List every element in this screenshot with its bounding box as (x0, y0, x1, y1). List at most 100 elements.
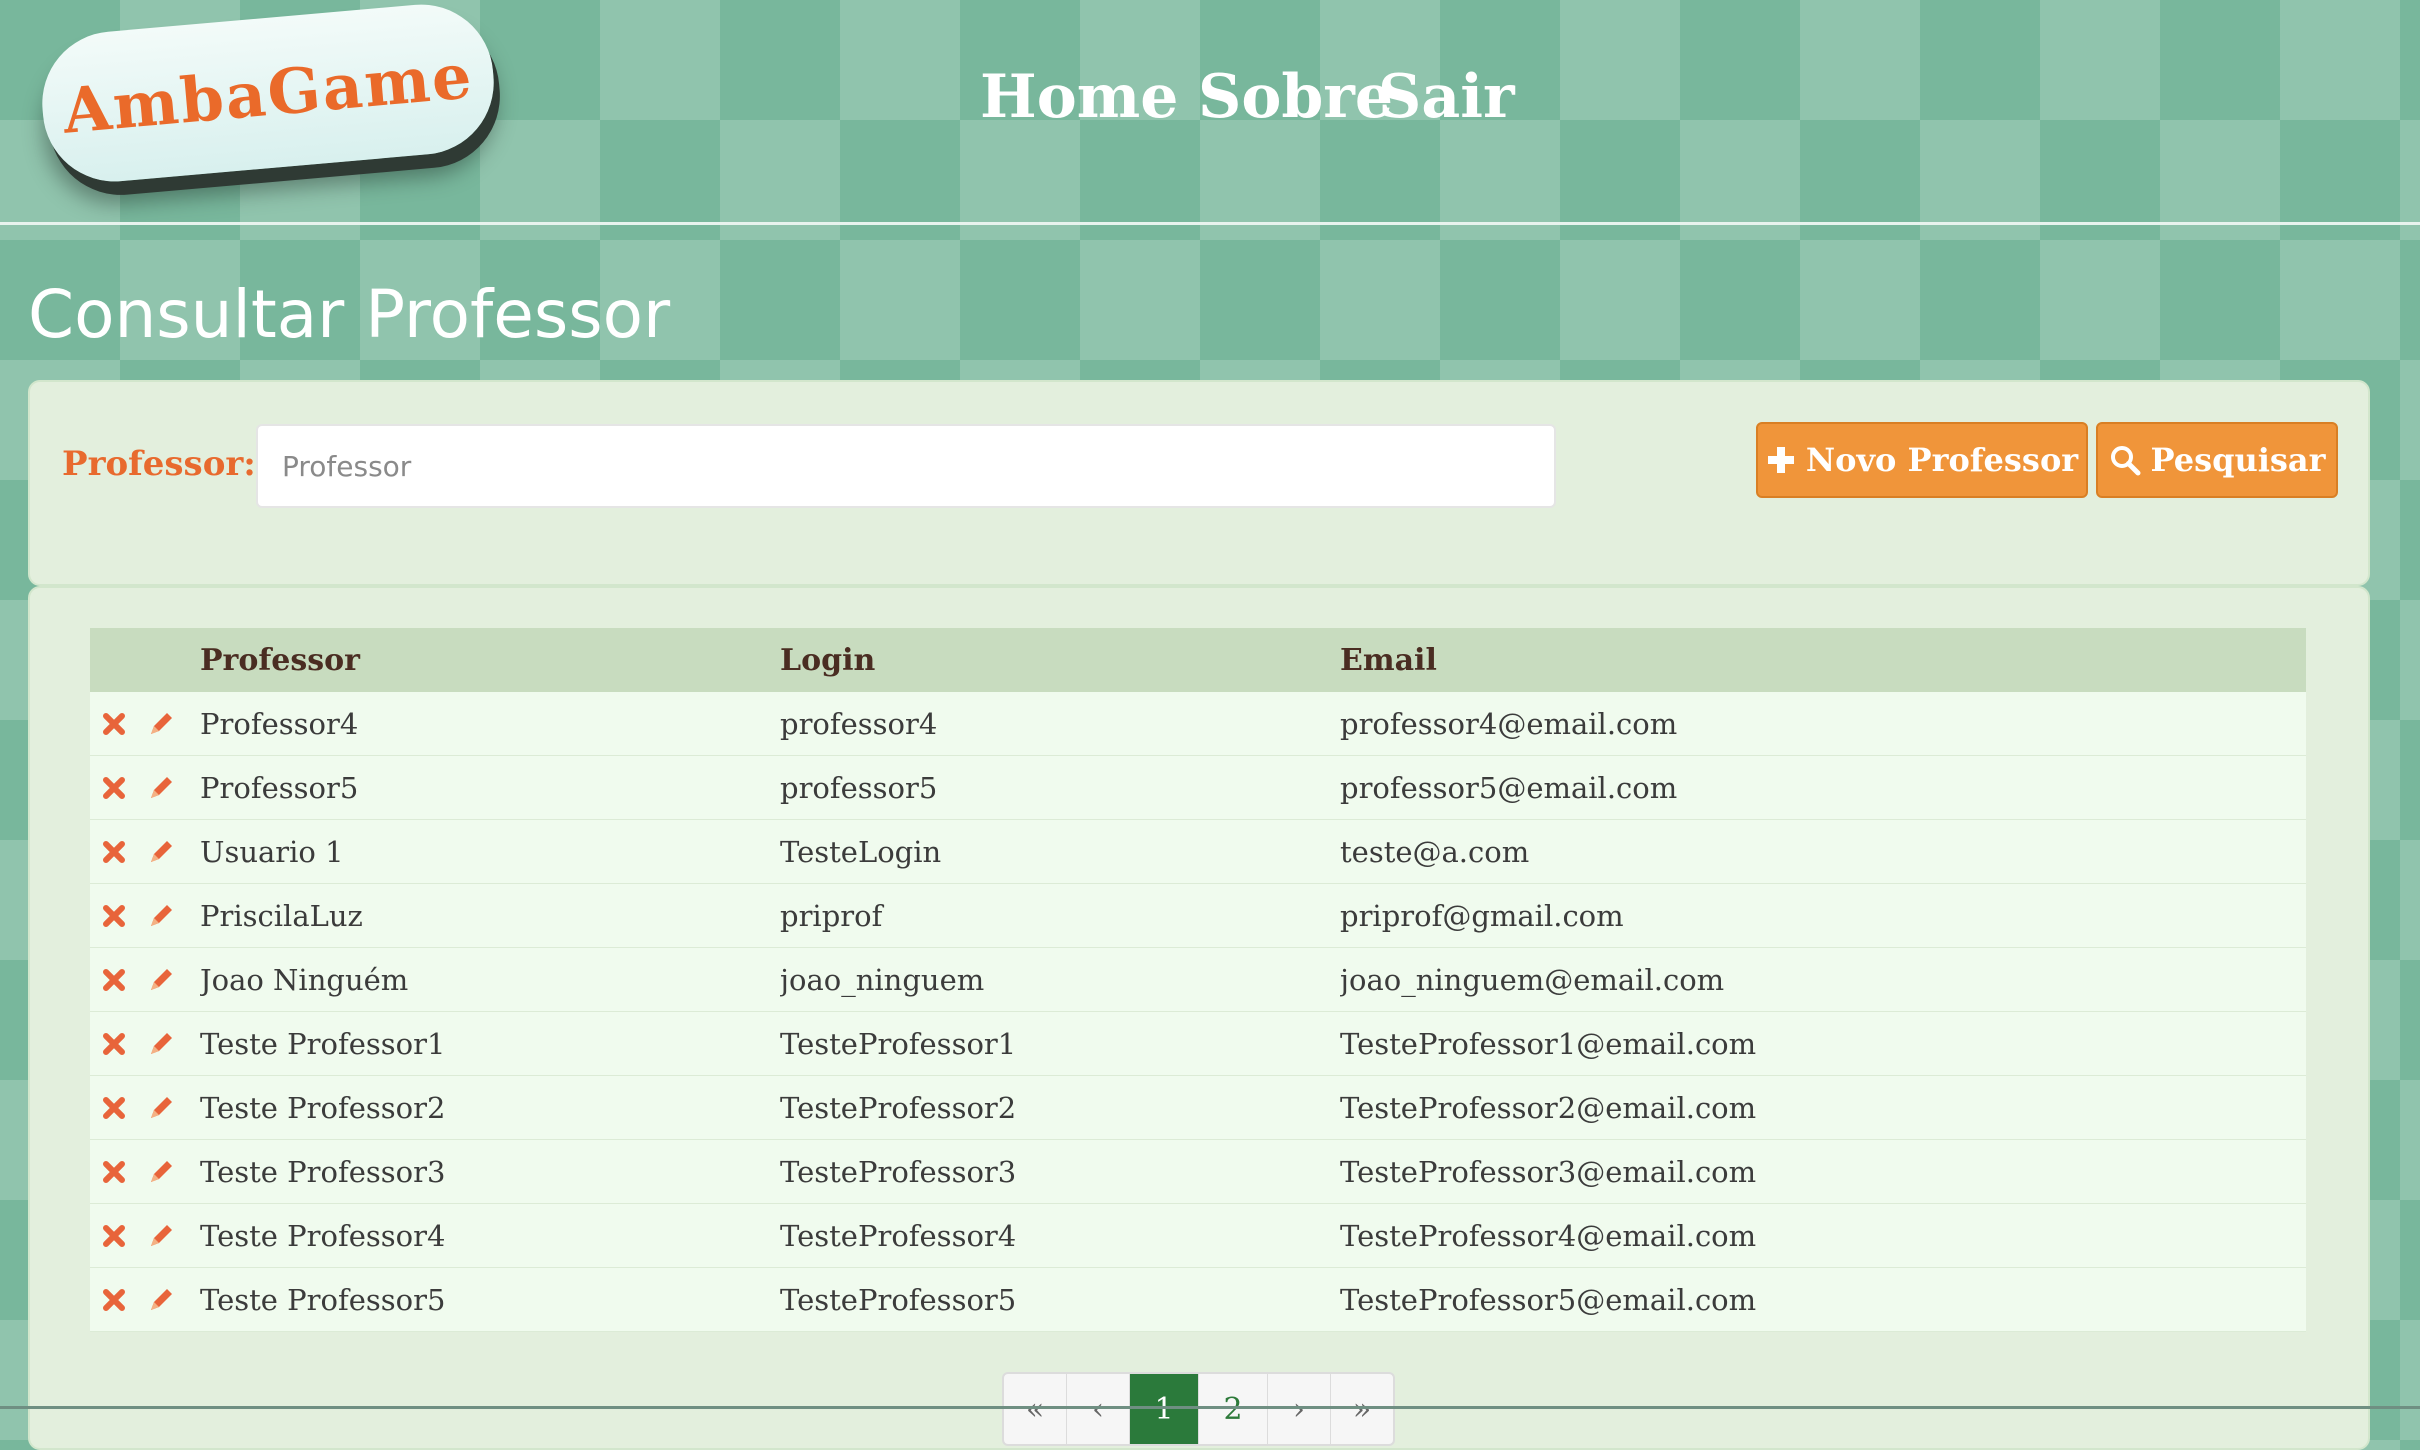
cell-professor: Professor4 (200, 692, 780, 756)
cell-professor: Professor5 (200, 755, 780, 820)
table-row[interactable]: Teste Professor5 TesteProfessor5 TesteProf… (90, 1267, 2306, 1332)
search-button[interactable]: Pesquisar (2096, 422, 2338, 498)
cell-login: priprof (780, 883, 1340, 948)
row-actions (90, 947, 200, 1012)
results-panel: Professor Login Email Professor4 professo… (28, 586, 2370, 1450)
logo[interactable]: AmbaGame (36, 0, 500, 188)
edit-icon[interactable] (146, 1029, 176, 1059)
bottom-divider (0, 1406, 2420, 1409)
edit-icon[interactable] (146, 773, 176, 803)
table-row[interactable]: Teste Professor4 TesteProfessor4 TesteProf… (90, 1203, 2306, 1268)
table-row[interactable]: Joao Ninguém joao_ninguem joao_ninguem@ema… (90, 947, 2306, 1012)
professor-search-input[interactable] (256, 424, 1556, 508)
row-actions (90, 692, 200, 756)
table-row[interactable]: Teste Professor3 TesteProfessor3 TesteProf… (90, 1139, 2306, 1204)
cell-email: TesteProfessor1@email.com (1340, 1011, 2306, 1076)
header-divider (0, 222, 2420, 225)
cell-email: priprof@gmail.com (1340, 883, 2306, 948)
delete-icon[interactable] (102, 1096, 126, 1120)
header: AmbaGame Home Sobre Sair (0, 0, 2420, 222)
row-actions (90, 883, 200, 948)
pagination: « ‹ 1 2 › » (1002, 1372, 1395, 1446)
cell-login: TesteProfessor3 (780, 1139, 1340, 1204)
delete-icon[interactable] (102, 968, 126, 992)
cell-professor: Teste Professor3 (200, 1139, 780, 1204)
edit-icon[interactable] (146, 1221, 176, 1251)
search-button-label: Pesquisar (2150, 441, 2326, 479)
cell-email: TesteProfessor3@email.com (1340, 1139, 2306, 1204)
pagination-next-button[interactable]: › (1268, 1374, 1331, 1444)
edit-icon[interactable] (146, 1157, 176, 1187)
table-row[interactable]: PriscilaLuz priprof priprof@gmail.com (90, 883, 2306, 948)
cell-login: TesteProfessor5 (780, 1267, 1340, 1332)
edit-icon[interactable] (146, 709, 176, 739)
delete-icon[interactable] (102, 712, 126, 736)
cell-login: TesteProfessor4 (780, 1203, 1340, 1268)
cell-email: teste@a.com (1340, 819, 2306, 884)
delete-icon[interactable] (102, 1288, 126, 1312)
column-header-login[interactable]: Login (780, 628, 1340, 692)
nav-home-link[interactable]: Home (980, 62, 1178, 132)
row-actions (90, 1011, 200, 1076)
cell-professor: Teste Professor4 (200, 1203, 780, 1268)
edit-icon[interactable] (146, 965, 176, 995)
table-row[interactable]: Professor4 professor4 professor4@email.com (90, 692, 2306, 756)
cell-login: professor4 (780, 692, 1340, 756)
row-actions (90, 1267, 200, 1332)
pagination-prev-button[interactable]: ‹ (1067, 1374, 1130, 1444)
nav-sair-link[interactable]: Sair (1378, 62, 1515, 132)
cell-login: joao_ninguem (780, 947, 1340, 1012)
delete-icon[interactable] (102, 904, 126, 928)
search-panel: Professor: Novo Professor Pesquisar (28, 380, 2370, 586)
cell-login: TesteLogin (780, 819, 1340, 884)
column-header-professor[interactable]: Professor (200, 628, 780, 692)
table-body: Professor4 professor4 professor4@email.com… (90, 692, 2306, 1332)
professor-table: Professor Login Email Professor4 professo… (90, 628, 2306, 1332)
actions-column-header (90, 628, 200, 692)
logo-text: AmbaGame (59, 38, 477, 148)
cell-login: TesteProfessor1 (780, 1011, 1340, 1076)
column-header-email[interactable]: Email (1340, 628, 2306, 692)
delete-icon[interactable] (102, 1224, 126, 1248)
cell-professor: Teste Professor1 (200, 1011, 780, 1076)
cell-professor: Teste Professor2 (200, 1075, 780, 1140)
cell-email: joao_ninguem@email.com (1340, 947, 2306, 1012)
delete-icon[interactable] (102, 1032, 126, 1056)
delete-icon[interactable] (102, 776, 126, 800)
edit-icon[interactable] (146, 1285, 176, 1315)
table-row[interactable]: Professor5 professor5 professor5@email.com (90, 755, 2306, 820)
cell-email: professor4@email.com (1340, 692, 2306, 756)
new-professor-button[interactable]: Novo Professor (1756, 422, 2088, 498)
cell-professor: PriscilaLuz (200, 883, 780, 948)
table-row[interactable]: Teste Professor2 TesteProfessor2 TesteProf… (90, 1075, 2306, 1140)
pagination-page-2[interactable]: 2 (1199, 1374, 1268, 1444)
cell-professor: Teste Professor5 (200, 1267, 780, 1332)
pagination-last-button[interactable]: » (1331, 1374, 1393, 1444)
row-actions (90, 1203, 200, 1268)
row-actions (90, 819, 200, 884)
cell-email: TesteProfessor2@email.com (1340, 1075, 2306, 1140)
table-header-row: Professor Login Email (90, 628, 2306, 692)
edit-icon[interactable] (146, 901, 176, 931)
row-actions (90, 1139, 200, 1204)
search-icon (2109, 444, 2141, 476)
delete-icon[interactable] (102, 1160, 126, 1184)
table-row[interactable]: Usuario 1 TesteLogin teste@a.com (90, 819, 2306, 884)
row-actions (90, 755, 200, 820)
table-row[interactable]: Teste Professor1 TesteProfessor1 TesteProf… (90, 1011, 2306, 1076)
cell-login: TesteProfessor2 (780, 1075, 1340, 1140)
plus-icon (1766, 445, 1796, 475)
cell-email: TesteProfessor5@email.com (1340, 1267, 2306, 1332)
cell-login: professor5 (780, 755, 1340, 820)
new-professor-label: Novo Professor (1805, 441, 2079, 479)
delete-icon[interactable] (102, 840, 126, 864)
cell-email: TesteProfessor4@email.com (1340, 1203, 2306, 1268)
pagination-page-1[interactable]: 1 (1130, 1374, 1199, 1444)
pagination-first-button[interactable]: « (1004, 1374, 1067, 1444)
cell-professor: Usuario 1 (200, 819, 780, 884)
edit-icon[interactable] (146, 837, 176, 867)
page-title: Consultar Professor (28, 276, 671, 353)
row-actions (90, 1075, 200, 1140)
nav-sobre-link[interactable]: Sobre (1198, 62, 1393, 132)
edit-icon[interactable] (146, 1093, 176, 1123)
